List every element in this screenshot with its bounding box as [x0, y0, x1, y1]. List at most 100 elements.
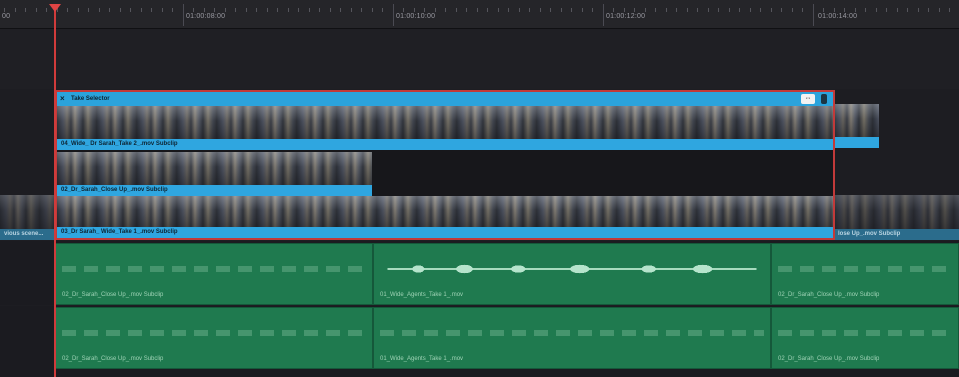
ruler-tick [151, 8, 152, 12]
audio-clip-label: 02_Dr_Sarah_Close Up_.mov Subclip [62, 356, 164, 362]
ruler-tick [25, 8, 26, 12]
audio-waveform [778, 330, 952, 336]
ruler-tick [834, 8, 835, 12]
timecode-label: 01:00:12:00 [606, 13, 646, 20]
ruler-tick [382, 8, 383, 12]
video-track-upper [0, 29, 959, 89]
ruler-tick [939, 8, 940, 12]
audio-clip-label: 01_Wide_Agents_Take 1_.mov [380, 292, 464, 298]
clip-label [833, 137, 879, 148]
ruler-tick [477, 8, 478, 12]
trash-icon[interactable] [821, 94, 827, 104]
ruler-tick [918, 8, 919, 12]
ruler-tick [445, 8, 446, 12]
close-icon[interactable]: × [60, 92, 65, 106]
ruler-tick [876, 8, 877, 12]
audio-waveform [62, 330, 366, 336]
ruler-tick [550, 8, 551, 12]
ruler-tick [4, 8, 5, 12]
playhead-line[interactable] [54, 6, 56, 377]
audio-waveform [380, 262, 764, 276]
ruler-tick [361, 8, 362, 12]
ruler-tick [109, 8, 110, 12]
ruler-tick [225, 8, 226, 12]
swap-takes-icon[interactable]: ⇔ [801, 94, 815, 104]
timecode-label: 00 [2, 13, 11, 20]
ruler-tick [372, 8, 373, 12]
audio-waveform [380, 330, 764, 336]
audio-clip[interactable]: 01_Wide_Agents_Take 1_.mov [373, 307, 771, 369]
audio-clip[interactable]: 01_Wide_Agents_Take 1_.mov [373, 243, 771, 305]
ruler-tick [792, 8, 793, 12]
ruler-tick [309, 8, 310, 12]
ruler-tick [708, 8, 709, 12]
ruler-tick [277, 8, 278, 12]
audio-clip[interactable]: 02_Dr_Sarah_Close Up_.mov Subclip [771, 307, 959, 369]
ruler-tick [624, 8, 625, 12]
take-selector[interactable]: × Take Selector ⇔ 04_Wide_ Dr Sarah_Take… [55, 90, 835, 240]
video-clip-v2-right[interactable] [833, 104, 879, 148]
audio-clip-label: 02_Dr_Sarah_Close Up_.mov Subclip [778, 356, 880, 362]
ruler-tick [340, 8, 341, 12]
ruler-tick [897, 8, 898, 12]
ruler-tick [855, 8, 856, 12]
ruler-tick [561, 8, 562, 12]
ruler-tick [760, 8, 761, 12]
clip-label: lose Up_.mov Subclip [834, 229, 959, 240]
ruler-tick [592, 8, 593, 12]
audio-clip[interactable]: 02_Dr_Sarah_Close Up_.mov Subclip [55, 243, 373, 305]
clip-label: 03_Dr Sarah_ Wide_Take 1_.mov Subclip [57, 227, 833, 238]
ruler-tick [771, 8, 772, 12]
ruler-tick [802, 8, 803, 12]
clip-thumbnails [57, 152, 372, 185]
timeline[interactable]: 00 01:00:08:00 01:00:10:00 01:00:12:00 0… [0, 0, 959, 377]
ruler-tick [130, 8, 131, 12]
ruler-tick [718, 8, 719, 12]
ruler-tick [582, 8, 583, 12]
ruler-tick [907, 8, 908, 12]
ruler-tick [162, 8, 163, 12]
clip-thumbnails [57, 196, 833, 227]
take-clip-selected[interactable]: 03_Dr Sarah_ Wide_Take 1_.mov Subclip [57, 196, 833, 238]
ruler-tick [288, 8, 289, 12]
ruler-tick [120, 8, 121, 12]
take-clip[interactable]: 02_Dr_Sarah_Close Up_.mov Subclip [57, 152, 372, 196]
ruler-tick [634, 8, 635, 12]
ruler-tick [487, 8, 488, 12]
video-clip-previous-scene[interactable]: vious scene... [0, 195, 55, 240]
timecode-ruler[interactable]: 00 01:00:08:00 01:00:10:00 01:00:12:00 0… [0, 0, 959, 29]
audio-clip[interactable]: 02_Dr_Sarah_Close Up_.mov Subclip [55, 307, 373, 369]
ruler-tick [676, 8, 677, 12]
audio-clip-label: 01_Wide_Agents_Take 1_.mov [380, 356, 464, 362]
ruler-tick [141, 8, 142, 12]
video-clip-close-up[interactable]: lose Up_.mov Subclip [834, 195, 959, 240]
ruler-tick [36, 8, 37, 12]
take-clip[interactable]: 04_Wide_ Dr Sarah_Take 2_.mov Subclip [57, 106, 833, 150]
ruler-tick [750, 8, 751, 12]
ruler-tick [298, 8, 299, 12]
audio-waveform [778, 266, 952, 272]
ruler-tick [15, 8, 16, 12]
ruler-tick [235, 8, 236, 12]
ruler-tick [256, 8, 257, 12]
ruler-tick [687, 8, 688, 12]
audio-clip[interactable]: 02_Dr_Sarah_Close Up_.mov Subclip [771, 243, 959, 305]
ruler-tick [183, 4, 184, 26]
ruler-tick [666, 8, 667, 12]
ruler-tick [99, 8, 100, 12]
clip-label: vious scene... [0, 229, 55, 240]
ruler-tick [571, 8, 572, 12]
ruler-tick [330, 8, 331, 12]
timecode-label: 01:00:10:00 [396, 13, 436, 20]
clip-label: 02_Dr_Sarah_Close Up_.mov Subclip [57, 185, 372, 196]
ruler-tick [246, 8, 247, 12]
ruler-tick [498, 8, 499, 12]
ruler-tick [78, 8, 79, 12]
ruler-tick [393, 4, 394, 26]
playhead-handle[interactable] [49, 4, 61, 12]
clip-thumbnails [0, 195, 55, 229]
ruler-tick [193, 8, 194, 12]
ruler-tick [88, 8, 89, 12]
ruler-tick [886, 8, 887, 12]
ruler-tick [603, 4, 604, 26]
